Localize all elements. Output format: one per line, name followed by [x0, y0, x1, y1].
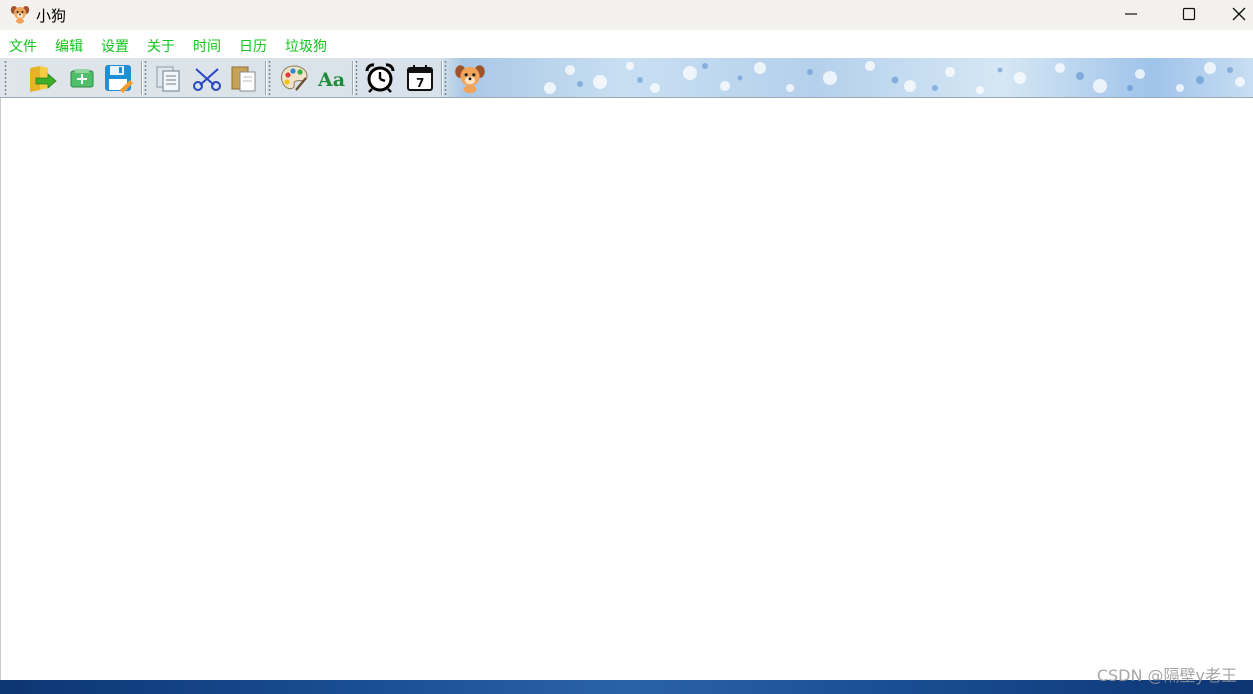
close-icon: [1232, 7, 1246, 21]
menu-time[interactable]: 时间: [193, 36, 221, 56]
puppy-icon: [10, 6, 30, 24]
toolbar: Aa 7: [0, 58, 1253, 98]
toolbar-grip[interactable]: [268, 60, 271, 96]
trash-dog-button[interactable]: [452, 60, 488, 96]
font-button[interactable]: Aa: [314, 60, 350, 96]
toolbar-grip[interactable]: [355, 60, 358, 96]
minimize-icon: [1125, 13, 1137, 15]
menu-settings[interactable]: 设置: [101, 36, 129, 56]
open-button[interactable]: [24, 60, 60, 96]
toolbar-grip[interactable]: [444, 60, 447, 96]
calendar-icon: 7: [407, 65, 433, 91]
menu-about[interactable]: 关于: [147, 36, 175, 56]
save-button[interactable]: [100, 60, 136, 96]
toolbar-separator: [441, 61, 442, 95]
toolbar-background-pattern: [544, 61, 1245, 94]
alarm-button[interactable]: [362, 60, 398, 96]
new-button[interactable]: [64, 60, 100, 96]
calendar-icon-text: 7: [416, 76, 424, 90]
paste-button[interactable]: [226, 60, 262, 96]
save-icon: [105, 65, 133, 93]
app-window: 小狗 文件 编辑 设置 关于 时间 日历 垃圾狗 Aa 7 CSDN @隔壁y老…: [0, 0, 1253, 694]
copy-button[interactable]: [150, 60, 186, 96]
cut-button[interactable]: [189, 60, 225, 96]
calendar-button[interactable]: 7: [402, 60, 438, 96]
toolbar-grip[interactable]: [4, 60, 7, 96]
paste-icon: [231, 66, 256, 92]
text-editor-area[interactable]: [0, 98, 1253, 680]
watermark: CSDN @隔壁y老王: [1096, 666, 1237, 685]
font-icon-text: Aa: [317, 69, 345, 91]
color-button[interactable]: [276, 60, 312, 96]
toolbar-separator: [265, 61, 266, 95]
close-button[interactable]: [1219, 0, 1253, 28]
menu-bar: 文件 编辑 设置 关于 时间 日历 垃圾狗: [0, 32, 1253, 58]
minimize-button[interactable]: [1103, 0, 1159, 28]
toolbar-separator: [141, 61, 142, 95]
toolbar-separator: [352, 61, 353, 95]
color-palette-icon: [281, 65, 308, 91]
open-folder-icon: [30, 66, 57, 92]
alarm-clock-icon: [365, 63, 395, 93]
title-bar[interactable]: 小狗: [0, 0, 1253, 30]
menu-calendar[interactable]: 日历: [239, 36, 267, 56]
desktop-taskbar-strip: [0, 680, 1253, 694]
menu-trash-dog[interactable]: 垃圾狗: [285, 36, 327, 56]
maximize-icon: [1182, 7, 1196, 21]
cut-icon: [193, 68, 221, 91]
new-icon: [70, 69, 94, 88]
copy-icon: [156, 66, 180, 92]
font-icon: Aa: [317, 69, 345, 91]
window-title: 小狗: [36, 7, 67, 25]
menu-file[interactable]: 文件: [9, 36, 37, 56]
maximize-button[interactable]: [1161, 0, 1217, 28]
puppy-icon: [455, 65, 485, 94]
menu-edit[interactable]: 编辑: [55, 36, 83, 56]
toolbar-grip[interactable]: [144, 60, 147, 96]
